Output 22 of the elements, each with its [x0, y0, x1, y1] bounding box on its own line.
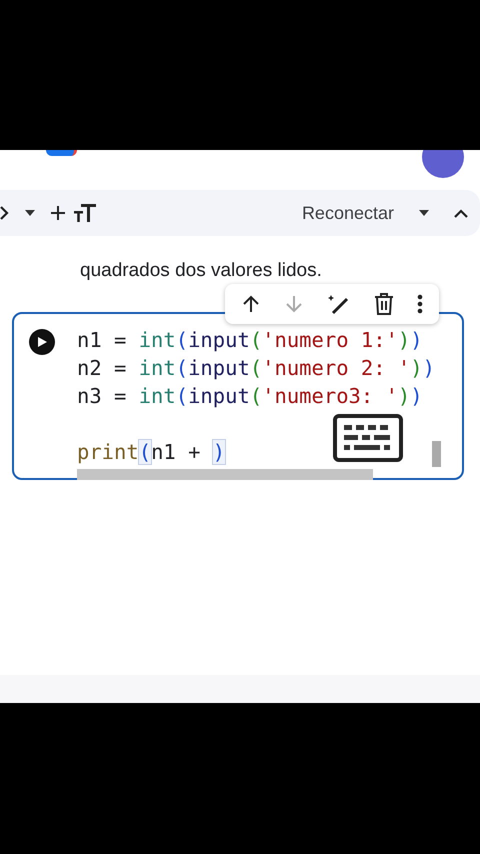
- code-line: print(n1 + ): [77, 439, 226, 466]
- text-format-icon[interactable]: [74, 204, 96, 222]
- run-button[interactable]: [29, 329, 55, 355]
- code-line: n1 = int(input('numero 1:')): [77, 327, 424, 354]
- caret-down-icon[interactable]: [24, 209, 36, 217]
- logo-icon: [46, 150, 77, 156]
- text-cell-text: quadrados dos valores lidos.: [79, 259, 323, 282]
- code-line: n3 = int(input('numero3: ')): [77, 383, 424, 410]
- caret-down-icon[interactable]: [418, 209, 430, 217]
- magic-pen-icon[interactable]: [326, 293, 351, 315]
- trash-icon[interactable]: [374, 293, 394, 315]
- more-icon[interactable]: [417, 294, 424, 314]
- play-icon: [36, 336, 48, 348]
- reconnect-button[interactable]: Reconectar: [302, 202, 394, 224]
- arrow-up-icon[interactable]: [240, 294, 261, 314]
- code-line: n2 = int(input('numero 2: ')): [77, 355, 435, 382]
- chevron-up-icon[interactable]: [454, 208, 468, 218]
- plus-icon[interactable]: [50, 205, 66, 221]
- keyboard-icon[interactable]: [333, 414, 403, 462]
- chevron-right-icon[interactable]: [0, 205, 10, 221]
- scrollbar[interactable]: [77, 469, 373, 480]
- scrollbar[interactable]: [432, 441, 441, 467]
